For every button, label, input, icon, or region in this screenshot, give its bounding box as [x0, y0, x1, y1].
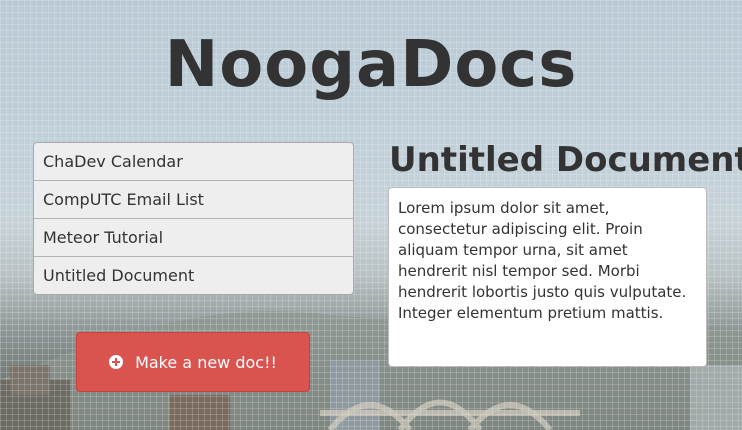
- document-list-item-chadev-calendar[interactable]: ChaDev Calendar: [34, 143, 353, 181]
- new-doc-button[interactable]: Make a new doc!!: [76, 332, 310, 392]
- new-doc-button-label: Make a new doc!!: [135, 352, 277, 372]
- document-list-item-computc-email-list[interactable]: CompUTC Email List: [34, 181, 353, 219]
- app-title: NoogaDocs: [164, 28, 578, 102]
- plus-circle-icon: [109, 355, 124, 369]
- document-title[interactable]: Untitled Document: [389, 140, 742, 180]
- document-list-item-meteor-tutorial[interactable]: Meteor Tutorial: [34, 219, 353, 257]
- document-list: ChaDev Calendar CompUTC Email List Meteo…: [33, 142, 354, 295]
- document-list-item-untitled-document[interactable]: Untitled Document: [34, 257, 353, 294]
- document-body-editor[interactable]: Lorem ipsum dolor sit amet, consectetur …: [388, 187, 707, 367]
